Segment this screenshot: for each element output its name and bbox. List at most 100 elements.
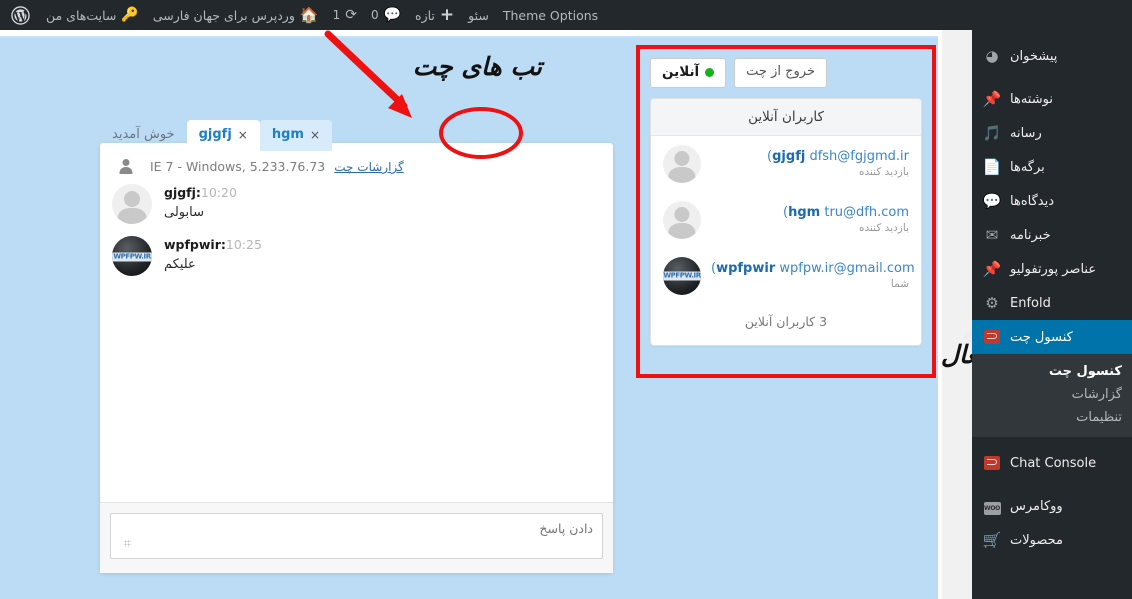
- sidebar-item-pages[interactable]: 📄 برگه‌ها: [972, 150, 1132, 184]
- comment-bubble-icon: 💬: [384, 8, 401, 22]
- chat-tab-gjgfj[interactable]: gjgfj ×: [187, 120, 260, 151]
- update-icon: ⟳: [345, 8, 357, 22]
- sidebar-item-portfolio[interactable]: 📌 عناصر پورتفولیو: [972, 252, 1132, 286]
- dashboard-icon: ◕: [982, 49, 1002, 64]
- chat-message: gjgfj:10:20 سابولی: [100, 176, 613, 228]
- chat-tab-welcome[interactable]: خوش آمدید: [100, 120, 187, 151]
- adminbar-theme-options[interactable]: Theme Options: [496, 0, 605, 30]
- chat-reply-input[interactable]: [110, 513, 603, 559]
- home-icon: 🏠: [300, 8, 319, 23]
- adminbar-updates[interactable]: ⟳ 1: [326, 0, 364, 30]
- sidebar-item-label: پیشخوان: [1010, 49, 1057, 64]
- chat-message-text: علیکم: [164, 257, 601, 272]
- chat-tab-label: gjgfj: [199, 126, 232, 144]
- chat-message-list: گزارشات چت IE 7 - Windows, 5.233.76.73 g…: [100, 143, 613, 502]
- online-users-section: آنلاین خروج از چت کاربران آنلاین (gjgfj …: [650, 58, 922, 346]
- online-users-card: کاربران آنلاین (gjgfj dfsh@fgjgmd.ir باز…: [650, 98, 922, 346]
- adminbar-seo-label: سئو: [468, 8, 489, 23]
- wordpress-logo-icon[interactable]: [0, 0, 39, 30]
- adminbar-theme-options-label: Theme Options: [503, 8, 598, 23]
- pages-icon: 📄: [982, 160, 1002, 175]
- chat-message-author: wpfpwir:: [164, 237, 226, 252]
- online-user-row[interactable]: (hgm tru@dfh.com بازدید کننده: [651, 192, 921, 248]
- chat-message-author: gjgfj:: [164, 185, 201, 200]
- pin-icon: 📌: [982, 92, 1002, 107]
- sidebar-item-posts[interactable]: 📌 نوشته‌ها: [972, 82, 1132, 116]
- sidebar-subitem-settings[interactable]: تنظیمات: [972, 406, 1132, 429]
- default-avatar-icon: [112, 184, 152, 224]
- chat-message-time: 10:20: [201, 185, 237, 200]
- chat-browser-info: IE 7 - Windows, 5.233.76.73: [150, 159, 325, 174]
- avatar: [112, 184, 152, 224]
- sidebar-item-newsletter[interactable]: ✉ خبرنامه: [972, 218, 1132, 252]
- wpfpw-avatar-icon: WPFPW.IR: [112, 236, 152, 276]
- chat-reply-area: [100, 502, 613, 573]
- chat-message-time: 10:25: [226, 237, 262, 252]
- avatar: WPFPW.IR: [112, 236, 152, 276]
- content-top-divider: [0, 36, 938, 38]
- chat-console-icon: [982, 456, 1002, 471]
- sidebar-item-chat-console[interactable]: کنسول چت: [972, 320, 1132, 354]
- sidebar-item-media[interactable]: 🎵 رسانه: [972, 116, 1132, 150]
- wpfpw-avatar-icon: WPFPW.IR: [663, 257, 701, 295]
- envelope-icon: ✉: [982, 228, 1002, 243]
- exit-chat-button[interactable]: خروج از چت: [734, 58, 827, 88]
- default-avatar-icon: [663, 145, 701, 183]
- comment-icon: 💬: [982, 194, 1002, 209]
- sidebar-item-dashboard[interactable]: ◕ پیشخوان: [972, 39, 1132, 73]
- adminbar-my-sites-label: سایت‌های من: [46, 8, 116, 23]
- visitor-icon-wrap: [112, 159, 140, 174]
- sidebar-item-products[interactable]: 🛒 محصولات: [972, 523, 1132, 557]
- avatar-badge-label: WPFPW.IR: [112, 252, 152, 261]
- content-gutter: [942, 30, 972, 599]
- person-icon: [120, 159, 133, 174]
- avatar: [663, 145, 701, 183]
- online-user-row[interactable]: (gjgfj dfsh@fgjgmd.ir بازدید کننده: [651, 136, 921, 192]
- sidebar-item-label: خبرنامه: [1010, 228, 1051, 243]
- sidebar-item-label: محصولات: [1010, 533, 1063, 548]
- media-icon: 🎵: [982, 126, 1002, 141]
- adminbar-my-sites[interactable]: 🔑 سایت‌های من: [39, 0, 146, 30]
- sidebar-subitem-reports[interactable]: گزارشات: [972, 383, 1132, 406]
- sidebar-item-woocommerce[interactable]: WOO ووکامرس: [972, 489, 1132, 523]
- adminbar-updates-count: 1: [333, 8, 341, 22]
- sidebar-item-label: رسانه: [1010, 126, 1042, 141]
- annotation-tabs-label: تب های چت: [413, 52, 542, 81]
- online-user-email: wpfpw.ir@gmail.com: [779, 261, 914, 276]
- sidebar-item-label: Enfold: [1010, 296, 1051, 311]
- adminbar-seo[interactable]: سئو: [461, 0, 496, 30]
- chat-session-meta: گزارشات چت IE 7 - Windows, 5.233.76.73: [100, 153, 613, 176]
- online-toolbar: آنلاین خروج از چت: [650, 58, 922, 88]
- adminbar-comments[interactable]: 💬 0: [364, 0, 408, 30]
- online-user-name: hgm: [788, 205, 820, 220]
- online-user-role: بازدید کننده: [711, 222, 909, 234]
- online-user-role: بازدید کننده: [711, 166, 909, 178]
- exit-chat-label: خروج از چت: [746, 64, 815, 81]
- online-user-identity: (wpfpwir wpfpw.ir@gmail.com: [711, 261, 909, 276]
- gear-icon: ⚙: [982, 296, 1002, 311]
- chat-reports-link[interactable]: گزارشات چت: [334, 160, 404, 174]
- sidebar-item-label: دیدگاه‌ها: [1010, 194, 1054, 209]
- chat-tab-label: hgm: [272, 126, 304, 144]
- sidebar-item-comments[interactable]: 💬 دیدگاه‌ها: [972, 184, 1132, 218]
- adminbar-new[interactable]: + تازه: [408, 0, 461, 30]
- sidebar-subitem-chat-console[interactable]: کنسول چت: [972, 360, 1132, 383]
- online-status-button[interactable]: آنلاین: [650, 58, 726, 88]
- admin-sidebar: ◕ پیشخوان 📌 نوشته‌ها 🎵 رسانه 📄 برگه‌ها 💬…: [972, 30, 1132, 599]
- screen: 🔑 سایت‌های من 🏠 وردپرس برای جهان فارسی ⟳…: [0, 0, 1132, 599]
- sidebar-item-enfold[interactable]: ⚙ Enfold: [972, 286, 1132, 320]
- online-user-identity: (gjgfj dfsh@fgjgmd.ir: [711, 149, 909, 164]
- pin-icon: 📌: [982, 262, 1002, 277]
- close-icon[interactable]: ×: [238, 127, 248, 144]
- adminbar-site-name[interactable]: 🏠 وردپرس برای جهان فارسی: [146, 0, 326, 30]
- sidebar-item-label: کنسول چت: [1010, 330, 1073, 345]
- online-user-email: tru@dfh.com: [824, 205, 909, 220]
- adminbar-comments-count: 0: [371, 8, 379, 22]
- online-user-row[interactable]: WPFPW.IR (wpfpwir wpfpw.ir@gmail.com شما: [651, 248, 921, 304]
- close-icon[interactable]: ×: [310, 127, 320, 144]
- sidebar-item-chat-console-en[interactable]: Chat Console: [972, 446, 1132, 480]
- sidebar-item-label: نوشته‌ها: [1010, 92, 1053, 107]
- adminbar-site-name-label: وردپرس برای جهان فارسی: [153, 8, 295, 23]
- resize-grip-icon[interactable]: [124, 540, 131, 547]
- plus-icon: +: [440, 7, 454, 24]
